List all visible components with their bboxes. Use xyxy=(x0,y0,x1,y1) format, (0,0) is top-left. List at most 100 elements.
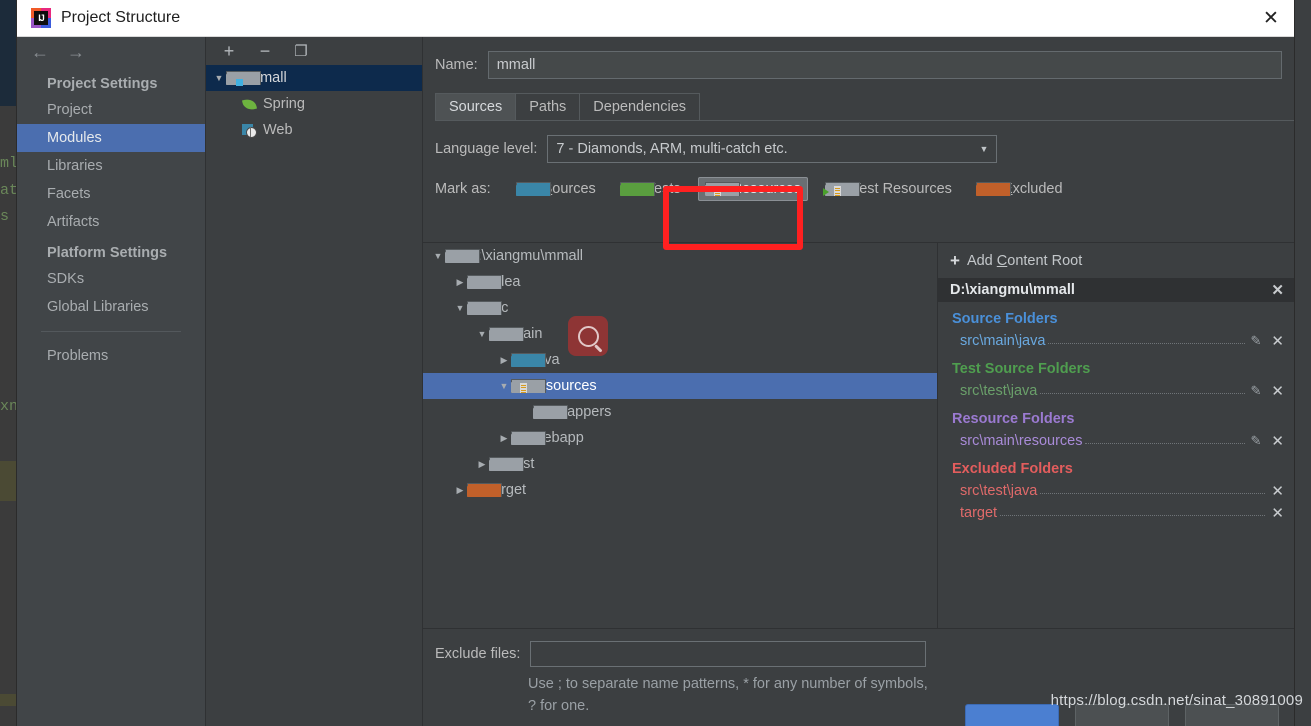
remove-folder-icon[interactable]: ✕ xyxy=(1271,482,1284,500)
edit-pencil-icon[interactable]: ✎ xyxy=(1251,433,1262,449)
entry-dots xyxy=(1048,333,1245,344)
sidebar-navbar: ← → xyxy=(17,37,205,67)
close-icon[interactable]: ✕ xyxy=(1248,0,1294,36)
folder-icon xyxy=(445,249,480,263)
name-row: Name: mmall xyxy=(423,37,1294,79)
remove-content-root-icon[interactable]: ✕ xyxy=(1271,281,1294,299)
mark-as-resources-button[interactable]: Resources xyxy=(697,177,808,201)
dialog-titlebar: IJ Project Structure ✕ xyxy=(17,0,1294,37)
remove-folder-icon[interactable]: ✕ xyxy=(1271,382,1284,400)
remove-folder-icon[interactable]: ✕ xyxy=(1271,432,1284,450)
edit-pencil-icon[interactable]: ✎ xyxy=(1251,333,1262,349)
name-input[interactable]: mmall xyxy=(487,51,1282,79)
language-level-select[interactable]: 7 - Diamonds, ARM, multi-catch etc. ▼ xyxy=(547,135,998,163)
back-arrow-icon[interactable]: ← xyxy=(31,43,49,61)
sidebar-item-problems[interactable]: Problems xyxy=(17,342,205,370)
tests-folder-icon xyxy=(619,182,655,196)
add-content-root-button[interactable]: + Add Content Root xyxy=(938,243,1294,278)
sidebar-item-project[interactable]: Project xyxy=(17,96,205,124)
add-module-icon[interactable]: + xyxy=(220,42,238,60)
mark-resources-label: Resources xyxy=(731,181,801,197)
name-label: Name: xyxy=(435,57,478,73)
ok-button[interactable] xyxy=(965,704,1059,726)
source-folder-entry[interactable]: src\main\java ✎ ✕ xyxy=(938,330,1294,352)
chevron-right-icon[interactable]: ▶ xyxy=(475,459,489,470)
mark-sources-label: ources xyxy=(552,181,596,197)
sources-folder-icon xyxy=(515,182,551,196)
module-tree-item-spring[interactable]: Spring xyxy=(206,91,422,117)
language-level-label: Language level: xyxy=(435,141,538,157)
folder-icon xyxy=(489,457,524,471)
module-tree-item-web[interactable]: Web xyxy=(206,117,422,143)
mark-as-sources-button[interactable]: Sources xyxy=(509,177,603,201)
excluded-folder-path-1: src\test\java xyxy=(960,483,1038,499)
copy-module-icon[interactable]: ❐ xyxy=(292,42,310,60)
language-level-value: 7 - Diamonds, ARM, multi-catch etc. xyxy=(556,141,788,157)
sidebar-item-modules[interactable]: Modules xyxy=(17,124,205,152)
test-resources-folder-icon xyxy=(822,182,860,196)
sidebar-item-facets[interactable]: Facets xyxy=(17,180,205,208)
modules-pane: + − ❐ ▼ mmall Spring Web xyxy=(206,37,423,726)
chevron-down-icon[interactable]: ▼ xyxy=(497,381,511,391)
tree-row[interactable]: ▶ test xyxy=(423,451,937,477)
source-folders-title: Source Folders xyxy=(952,311,1058,327)
tree-row[interactable]: ▶ java xyxy=(423,347,937,373)
background-code-line-1: ml xyxy=(0,155,19,172)
tree-row[interactable]: ▶ webapp xyxy=(423,425,937,451)
edit-pencil-icon[interactable]: ✎ xyxy=(1251,383,1262,399)
folder-icon xyxy=(489,327,524,341)
resource-folders-title: Resource Folders xyxy=(952,411,1075,427)
sidebar-item-libraries[interactable]: Libraries xyxy=(17,152,205,180)
settings-tabs: Sources Paths Dependencies xyxy=(435,93,1294,121)
excluded-folder-path-2: target xyxy=(960,505,998,521)
chevron-right-icon[interactable]: ▶ xyxy=(453,277,467,288)
folder-icon xyxy=(467,275,502,289)
mark-as-tests-button[interactable]: Tests xyxy=(613,177,688,201)
chevron-down-icon[interactable]: ▼ xyxy=(979,144,988,154)
tab-dependencies[interactable]: Dependencies xyxy=(579,93,701,120)
screenshot-root: ml ata s xn IJ Project Structure ✕ ← → P… xyxy=(0,0,1311,726)
tree-row[interactable]: ▶ mappers xyxy=(423,399,937,425)
remove-module-icon[interactable]: − xyxy=(256,42,274,60)
module-label-spring: Spring xyxy=(263,96,305,112)
add-content-root-mnemonic: C xyxy=(996,252,1008,269)
exclude-files-input[interactable] xyxy=(530,641,927,667)
excluded-folder-entry[interactable]: target ✕ xyxy=(938,502,1294,524)
chevron-right-icon[interactable]: ▶ xyxy=(497,355,511,366)
resource-folder-entry[interactable]: src\main\resources ✎ ✕ xyxy=(938,430,1294,452)
content-tree-pane: ▼ D:\xiangmu\mmall ▶ .idea ▼ sr xyxy=(423,243,938,629)
remove-folder-icon[interactable]: ✕ xyxy=(1271,504,1284,522)
tree-label-root: D:\xiangmu\mmall xyxy=(467,248,584,264)
mark-as-test-resources-button[interactable]: Test Resources xyxy=(818,177,959,201)
sidebar-item-global-libraries[interactable]: Global Libraries xyxy=(17,293,205,321)
chevron-down-icon[interactable]: ▼ xyxy=(431,251,445,261)
chevron-down-icon[interactable]: ▼ xyxy=(453,303,467,313)
chevron-right-icon[interactable]: ▶ xyxy=(497,433,511,444)
spring-leaf-icon xyxy=(241,97,258,112)
tree-row[interactable]: ▼ D:\xiangmu\mmall xyxy=(423,243,937,269)
modules-toolbar: + − ❐ xyxy=(206,37,422,65)
background-code-line-4: xn xyxy=(0,398,19,415)
tree-row[interactable]: ▶ target xyxy=(423,477,937,503)
source-folder-path: src\main\java xyxy=(960,333,1046,349)
chevron-right-icon[interactable]: ▶ xyxy=(453,485,467,496)
chevron-down-icon[interactable]: ▼ xyxy=(212,73,226,83)
chevron-down-icon[interactable]: ▼ xyxy=(475,329,489,339)
tab-paths[interactable]: Paths xyxy=(515,93,581,120)
content-root-header: D:\xiangmu\mmall ✕ xyxy=(938,278,1294,302)
tree-row[interactable]: ▼ src xyxy=(423,295,937,321)
folder-icon xyxy=(467,301,502,315)
tree-row[interactable]: ▼ main xyxy=(423,321,937,347)
module-tree-item-mmall[interactable]: ▼ mmall xyxy=(206,65,422,91)
forward-arrow-icon[interactable]: → xyxy=(67,43,85,61)
sidebar-item-artifacts[interactable]: Artifacts xyxy=(17,208,205,236)
tree-row[interactable]: ▶ .idea xyxy=(423,269,937,295)
tab-sources[interactable]: Sources xyxy=(435,93,517,120)
excluded-folder-entry[interactable]: src\test\java ✕ xyxy=(938,480,1294,502)
remove-folder-icon[interactable]: ✕ xyxy=(1271,332,1284,350)
mark-as-excluded-button[interactable]: Excluded xyxy=(969,177,1070,201)
sidebar-item-sdks[interactable]: SDKs xyxy=(17,265,205,293)
test-source-folder-entry[interactable]: src\test\java ✎ ✕ xyxy=(938,380,1294,402)
tree-row[interactable]: ▼ resources xyxy=(423,373,937,399)
excluded-folders-title: Excluded Folders xyxy=(952,461,1073,477)
